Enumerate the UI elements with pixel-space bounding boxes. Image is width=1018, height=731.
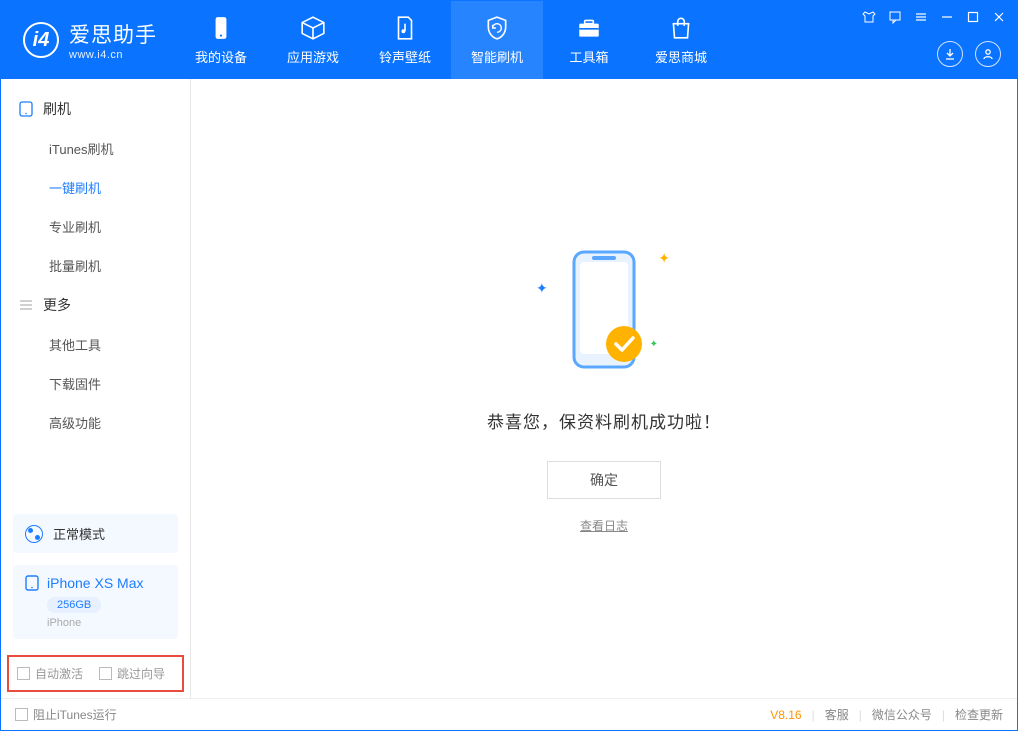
mode-icon [25,525,43,543]
sidebar-item-itunes-flash[interactable]: iTunes刷机 [1,129,190,168]
version-label: V8.16 [770,708,801,722]
check-update-link[interactable]: 检查更新 [955,706,1003,723]
skip-guide-checkbox[interactable]: 跳过向导 [99,665,165,682]
wechat-link[interactable]: 微信公众号 [872,706,932,723]
mode-card[interactable]: 正常模式 [13,514,178,553]
body: 刷机 iTunes刷机 一键刷机 专业刷机 批量刷机 更多 其他工具 下载固件 … [1,79,1017,698]
feedback-icon[interactable] [883,7,907,27]
success-message: 恭喜您，保资料刷机成功啦！ [487,408,721,433]
top-nav: 我的设备 应用游戏 铃声壁纸 智能刷机 工具箱 爱思商城 [175,1,727,79]
main-content: ✦ ✦ ✦ 恭喜您，保资料刷机成功啦！ 确定 查看日志 [191,79,1017,698]
status-bar: 阻止iTunes运行 V8.16 | 客服 | 微信公众号 | 检查更新 [1,698,1017,730]
nav-my-device[interactable]: 我的设备 [175,1,267,79]
app-title: 爱思助手 [69,19,157,49]
cube-icon [300,15,326,41]
nav-apps-games[interactable]: 应用游戏 [267,1,359,79]
nav-store[interactable]: 爱思商城 [635,1,727,79]
support-link[interactable]: 客服 [825,706,849,723]
success-illustration: ✦ ✦ ✦ [544,244,664,384]
minimize-button[interactable] [935,7,959,27]
sidebar-item-batch-flash[interactable]: 批量刷机 [1,246,190,285]
app-subtitle: www.i4.cn [69,49,157,61]
nav-smart-flash[interactable]: 智能刷机 [451,1,543,79]
list-icon [19,298,33,312]
sidebar-item-download-firmware[interactable]: 下载固件 [1,364,190,403]
sparkle-icon: ✦ [650,339,658,350]
sidebar-section-flash: 刷机 [1,89,190,129]
sidebar: 刷机 iTunes刷机 一键刷机 专业刷机 批量刷机 更多 其他工具 下载固件 … [1,79,191,698]
shirt-icon[interactable] [857,7,881,27]
mode-label: 正常模式 [53,524,105,543]
nav-ringtone-wallpaper[interactable]: 铃声壁纸 [359,1,451,79]
toolbox-icon [576,15,602,41]
close-button[interactable] [987,7,1011,27]
sidebar-item-oneclick-flash[interactable]: 一键刷机 [1,168,190,207]
sidebar-item-advanced[interactable]: 高级功能 [1,403,190,442]
music-file-icon [392,15,418,41]
app-window: i4 爱思助手 www.i4.cn 我的设备 应用游戏 铃声壁纸 智能刷机 [0,0,1018,731]
sparkle-icon: ✦ [658,250,670,267]
shield-refresh-icon [484,15,510,41]
device-card[interactable]: iPhone XS Max 256GB iPhone [13,565,178,639]
view-log-link[interactable]: 查看日志 [580,517,628,534]
auto-activate-checkbox[interactable]: 自动激活 [17,665,83,682]
maximize-button[interactable] [961,7,985,27]
nav-toolbox[interactable]: 工具箱 [543,1,635,79]
user-icon[interactable] [975,41,1001,67]
logo-area: i4 爱思助手 www.i4.cn [1,1,175,79]
sparkle-icon: ✦ [536,280,548,297]
device-outline-icon [19,101,33,117]
device-name: iPhone XS Max [47,575,144,591]
bag-icon [668,15,694,41]
sidebar-item-pro-flash[interactable]: 专业刷机 [1,207,190,246]
download-icon[interactable] [937,41,963,67]
sidebar-item-other-tools[interactable]: 其他工具 [1,325,190,364]
bottom-options-highlight: 自动激活 跳过向导 [7,655,184,692]
phone-icon [208,15,234,41]
device-type: iPhone [47,617,166,629]
header-action-icons [937,41,1001,67]
device-icon [25,575,39,591]
menu-icon[interactable] [909,7,933,27]
logo-icon: i4 [23,22,59,58]
header: i4 爱思助手 www.i4.cn 我的设备 应用游戏 铃声壁纸 智能刷机 [1,1,1017,79]
ok-button[interactable]: 确定 [547,461,661,499]
window-controls [857,7,1011,27]
block-itunes-checkbox[interactable]: 阻止iTunes运行 [15,706,117,723]
sidebar-section-more: 更多 [1,285,190,325]
device-storage-badge: 256GB [47,597,101,613]
